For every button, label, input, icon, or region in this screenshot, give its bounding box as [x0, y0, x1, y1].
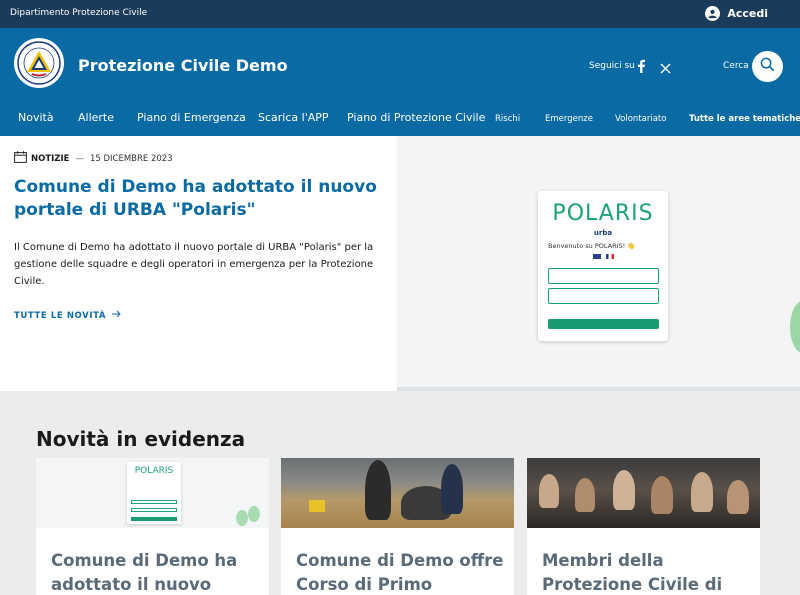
mini-field: [131, 500, 177, 504]
email-field-image: [548, 268, 659, 284]
card-title[interactable]: Comune di Demo offre Corso di Primo Socc…: [296, 549, 506, 595]
uk-flag-icon: [593, 254, 601, 259]
photo-person: [575, 478, 595, 512]
meta-divider: —: [75, 153, 84, 164]
photo-person: [691, 472, 713, 512]
card-title[interactable]: Comune di Demo ha adottato il nuovo: [51, 549, 261, 595]
photo-person: [651, 476, 673, 514]
language-flags: [593, 254, 614, 259]
nav-item-rischi[interactable]: Rischi: [495, 114, 520, 124]
follow-label: Seguici su: [589, 61, 635, 71]
welcome-text: Benvenuto su POLARIS! 👋: [548, 242, 636, 250]
news-card[interactable]: POLARIS Comune di Demo ha adottato il nu…: [36, 458, 269, 595]
search-button[interactable]: [752, 51, 783, 82]
nav-item-piano-di-emergenza[interactable]: Piano di Emergenza: [137, 111, 246, 124]
top-bar: Dipartimento Protezione Civile Accedi: [0, 0, 800, 28]
news-date: 15 DICEMBRE 2023: [89, 153, 173, 164]
all-news-label: TUTTE LE NOVITÀ: [14, 310, 107, 321]
nav-item-allerte[interactable]: Allerte: [78, 111, 114, 124]
org-name-link[interactable]: Dipartimento Protezione Civile: [10, 8, 147, 18]
news-category[interactable]: NOTIZIE: [31, 154, 69, 164]
polaris-mini-logo: POLARIS: [134, 466, 174, 476]
photo-person: [613, 470, 635, 510]
urba-logo: urba: [593, 229, 613, 237]
photo-defibrillator: [309, 500, 325, 512]
polaris-login-screenshot: POLARIS urba Benvenuto su POLARIS! 👋: [538, 191, 668, 341]
facebook-icon[interactable]: [636, 58, 646, 77]
photo-person: [539, 474, 559, 508]
nav-item-scarica-app[interactable]: Scarica l'APP: [258, 111, 329, 124]
hero-news: NOTIZIE — 15 DICEMBRE 2023 Comune di Dem…: [0, 136, 397, 391]
polaris-mini-screenshot: POLARIS: [127, 462, 181, 524]
password-field-image: [548, 288, 659, 304]
user-icon: [705, 6, 721, 21]
hero-description: Il Comune di Demo ha adottato il nuovo p…: [14, 242, 374, 287]
photo-person: [365, 460, 391, 520]
calendar-icon: [14, 151, 27, 166]
nav-item-emergenze[interactable]: Emergenze: [545, 114, 593, 124]
main-navigation: Novità Allerte Piano di Emergenza Scaric…: [0, 108, 800, 130]
x-icon[interactable]: [660, 59, 671, 78]
login-button-image: [548, 319, 659, 329]
fr-flag-icon: [606, 254, 614, 259]
news-card[interactable]: Membri della Protezione Civile di: [527, 458, 760, 595]
hero-image[interactable]: POLARIS urba Benvenuto su POLARIS! 👋: [397, 136, 800, 391]
mini-button: [131, 517, 177, 521]
polaris-logo: POLARIS: [552, 201, 654, 226]
hero-title[interactable]: Comune di Demo ha adottato il nuovo port…: [14, 176, 384, 222]
card-title[interactable]: Membri della Protezione Civile di: [542, 549, 752, 595]
news-meta: NOTIZIE — 15 DICEMBRE 2023: [14, 151, 173, 166]
decorative-leaf: [790, 301, 800, 353]
nav-item-tutte-le-aree[interactable]: Tutte le aree tematiche: [689, 114, 800, 124]
arrow-right-icon: [112, 310, 121, 321]
site-header: Protezione Civile Demo Seguici su Cerca …: [0, 28, 800, 136]
protezione-civile-logo[interactable]: [14, 38, 64, 88]
all-news-link[interactable]: TUTTE LE NOVITÀ: [14, 310, 121, 321]
decorative-leaf: [236, 510, 248, 526]
photo-person: [727, 480, 749, 514]
nav-item-novita[interactable]: Novità: [18, 111, 54, 124]
card-image: [527, 458, 760, 528]
search-icon: [760, 57, 775, 76]
featured-news-section: Novità in evidenza POLARIS Comune di Dem…: [0, 391, 800, 595]
login-button[interactable]: Accedi: [705, 6, 768, 21]
nav-item-volontariato[interactable]: Volontariato: [615, 114, 666, 124]
section-title: Novità in evidenza: [36, 427, 246, 451]
card-image: [281, 458, 514, 528]
search-label: Cerca: [723, 61, 749, 71]
news-card[interactable]: Comune di Demo offre Corso di Primo Socc…: [281, 458, 514, 595]
decorative-leaf: [248, 506, 260, 522]
site-title[interactable]: Protezione Civile Demo: [78, 56, 288, 75]
photo-person: [441, 464, 463, 514]
nav-item-piano-protezione-civile[interactable]: Piano di Protezione Civile: [347, 111, 485, 124]
mini-field: [131, 508, 177, 512]
card-image: POLARIS: [36, 458, 269, 528]
login-label: Accedi: [727, 7, 768, 20]
